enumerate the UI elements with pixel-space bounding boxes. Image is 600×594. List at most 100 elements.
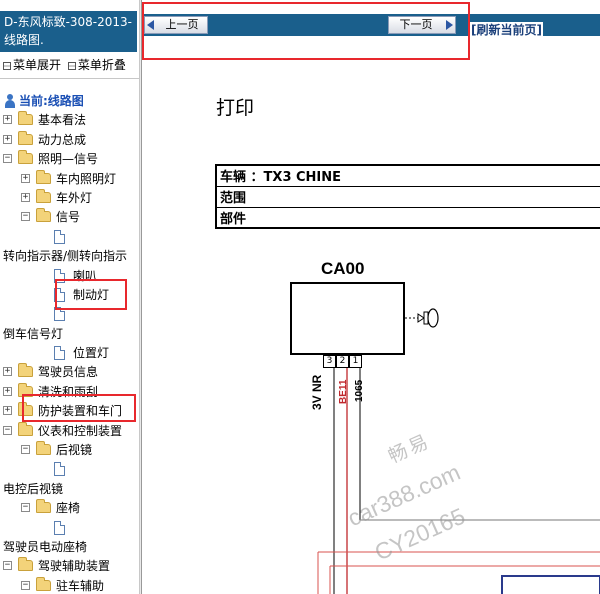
menu-divider — [0, 78, 139, 79]
table-cell: 部件 — [215, 206, 600, 229]
tree-item-driver-info[interactable]: + 驾驶员信息 — [0, 363, 139, 382]
tree-view: 当前:线路图 + 基本看法 + 动力总成 − 照明—信号 + 车内照明灯 + 车… — [0, 92, 139, 594]
tree-root[interactable]: 当前:线路图 — [0, 92, 139, 111]
collapse-toggle-icon[interactable]: − — [21, 212, 30, 222]
connector-label: CA00 — [321, 259, 365, 278]
folder-icon — [18, 130, 33, 145]
tree-item-label[interactable]: 动力总成 — [38, 132, 86, 148]
collapse-toggle-icon[interactable]: − — [21, 445, 30, 455]
expand-toggle-icon[interactable]: + — [3, 367, 12, 377]
tree-item-label[interactable]: 车外灯 — [56, 190, 92, 206]
tree-item-turn-signal[interactable]: 转向指示器/侧转向指示 — [0, 247, 139, 266]
tree-item-page[interactable] — [0, 228, 139, 247]
tree-item-label[interactable]: 车内照明灯 — [56, 171, 116, 187]
folder-icon — [36, 441, 51, 456]
info-value: ：TX3 CHINE — [250, 170, 342, 186]
table-row: 车辆 ：TX3 CHINE — [215, 164, 600, 187]
expand-toggle-icon[interactable]: + — [3, 115, 12, 125]
expand-toggle-icon[interactable]: + — [21, 173, 30, 183]
expand-toggle-icon[interactable]: + — [3, 134, 12, 144]
highlight-box-nav — [142, 2, 470, 60]
menu-expand-button[interactable]: 菜单展开 — [13, 58, 61, 72]
refresh-page-link[interactable]: [刷新当前页] — [470, 22, 543, 38]
folder-icon — [18, 111, 33, 126]
tree-item-label[interactable]: 基本看法 — [38, 112, 86, 128]
collapse-toggle-icon[interactable]: − — [3, 561, 12, 571]
wire-label-be11: BE11 — [338, 379, 349, 404]
tree-item-basic[interactable]: + 基本看法 — [0, 111, 139, 130]
person-icon — [4, 94, 16, 108]
menu-collapse-button[interactable]: 菜单折叠 — [78, 58, 126, 72]
folder-icon — [18, 150, 33, 165]
tree-item-driving-assist[interactable]: − 驾驶辅助装置 — [0, 557, 139, 576]
tree-item-driver-power-seat[interactable]: 驾驶员电动座椅 — [0, 538, 139, 557]
tree-item-label[interactable]: 驾驶辅助装置 — [38, 558, 110, 574]
tree-item-interior-lights[interactable]: + 车内照明灯 — [0, 169, 139, 189]
menu-collapse-icon[interactable] — [67, 61, 76, 70]
highlight-box-protection-doors — [22, 394, 136, 422]
tree-root-label[interactable]: 当前:线路图 — [19, 93, 84, 109]
tree-item-label[interactable]: 照明—信号 — [38, 151, 98, 167]
ignition-switch-box — [290, 282, 405, 355]
wire-label-1065: 1065 — [354, 379, 365, 402]
page-icon[interactable] — [54, 229, 65, 244]
highlight-box-brake-lamp — [55, 279, 127, 310]
collapse-toggle-icon[interactable]: − — [3, 425, 12, 435]
watermark-text: 畅易 — [385, 429, 435, 468]
tree-item-label[interactable]: 驻车辅助 — [56, 578, 104, 594]
tree-item-label[interactable]: 驾驶员信息 — [38, 364, 98, 380]
tree-item-label[interactable]: 转向指示器/侧转向指示 — [3, 248, 127, 264]
table-cell: 车辆 ：TX3 CHINE — [215, 164, 600, 187]
pin-3: 3 — [323, 355, 336, 368]
tree-item-label[interactable]: 电控后视镜 — [3, 481, 63, 497]
pin-1: 1 — [349, 355, 362, 368]
tree-item-powertrain[interactable]: + 动力总成 — [0, 130, 139, 150]
info-label: 车辆 — [220, 170, 247, 186]
tree-item-page[interactable] — [0, 460, 139, 479]
table-row: 范围 — [215, 185, 600, 208]
print-heading: 打印 — [216, 97, 255, 119]
tree-item-label[interactable]: 倒车信号灯 — [3, 326, 63, 342]
collapse-toggle-icon[interactable]: − — [3, 154, 12, 164]
tree-item-seats[interactable]: − 座椅 — [0, 499, 139, 518]
folder-icon — [36, 188, 51, 203]
tree-item-label[interactable]: 信号 — [56, 209, 80, 225]
tree-item-instruments[interactable]: − 仪表和控制装置 — [0, 421, 139, 441]
expand-toggle-icon[interactable]: + — [21, 192, 30, 202]
expand-toggle-icon[interactable]: + — [3, 386, 12, 396]
content-frame: 上一页 下一页 [刷新当前页] 打印 车辆 ：TX3 CHINE 范围 部件 C… — [142, 0, 600, 594]
tree-item-label[interactable]: 座椅 — [56, 500, 80, 516]
expand-toggle-icon[interactable]: + — [3, 406, 12, 416]
table-row: 部件 — [215, 206, 600, 229]
folder-icon — [36, 576, 51, 591]
tree-item-reverse-lamp[interactable]: 倒车信号灯 — [0, 325, 139, 344]
tree-item-label[interactable]: 位置灯 — [73, 345, 109, 361]
tree-item-parking-assist[interactable]: − 驻车辅助 — [0, 576, 139, 594]
tree-item-mirrors[interactable]: − 后视镜 — [0, 441, 139, 460]
vehicle-info-table: 车辆 ：TX3 CHINE 范围 部件 — [215, 164, 600, 229]
document-title: D-东风标致-308-2013- 线路图. — [0, 11, 137, 52]
tree-item-electric-mirror[interactable]: 电控后视镜 — [0, 480, 139, 499]
collapse-toggle-icon[interactable]: − — [21, 503, 30, 513]
tree-item-exterior-lights[interactable]: + 车外灯 — [0, 188, 139, 208]
tree-item-position-lamp[interactable]: 位置灯 — [0, 344, 139, 363]
tree-item-label[interactable]: 仪表和控制装置 — [38, 423, 122, 439]
info-label: 部件 — [220, 211, 247, 227]
tree-item-lighting[interactable]: − 照明—信号 — [0, 150, 139, 169]
left-nav-frame: D-东风标致-308-2013- 线路图. 菜单展开 菜单折叠 当前:线路图 +… — [0, 0, 139, 594]
tree-item-label[interactable]: 后视镜 — [56, 442, 92, 458]
menu-expand-icon[interactable] — [3, 61, 11, 70]
info-label: 范围 — [220, 191, 247, 206]
tree-item-signal[interactable]: − 信号 — [0, 208, 139, 227]
tree-item-label[interactable]: 驾驶员电动座椅 — [3, 539, 87, 555]
collapse-toggle-icon[interactable]: − — [21, 580, 30, 590]
folder-icon — [18, 363, 33, 378]
table-cell: 范围 — [215, 185, 600, 208]
folder-icon — [18, 557, 33, 572]
folder-icon — [36, 208, 51, 223]
folder-icon — [36, 169, 51, 184]
folder-icon — [18, 421, 33, 436]
page-icon[interactable] — [54, 462, 65, 477]
page-icon[interactable] — [54, 520, 65, 535]
tree-item-page[interactable] — [0, 519, 139, 538]
